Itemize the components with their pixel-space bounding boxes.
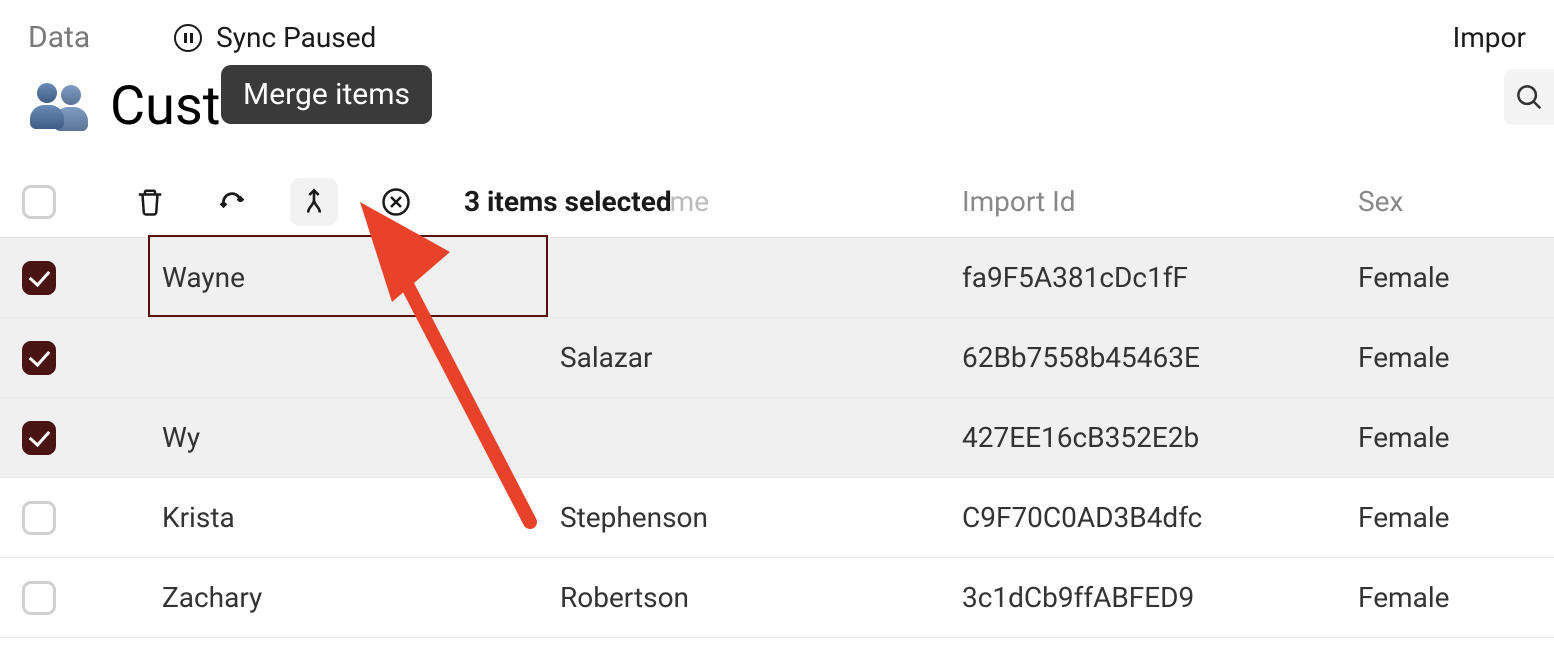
sync-status-text: Sync Paused (216, 21, 376, 54)
sync-status-group[interactable]: Sync Paused (174, 21, 376, 54)
row-checkbox[interactable] (22, 421, 56, 455)
select-all-checkbox[interactable] (22, 185, 56, 219)
cell-firstname[interactable]: Zachary (162, 581, 542, 614)
cell-importid[interactable]: fa9F5A381cDc1fF (962, 261, 1332, 294)
trash-icon (135, 187, 165, 217)
cell-sex[interactable]: Female (1358, 421, 1538, 454)
selection-count: 3 items selected (464, 185, 672, 218)
search-button[interactable] (1504, 69, 1554, 125)
clear-selection-button[interactable] (372, 178, 420, 226)
table-row[interactable]: Wy 427EE16cB352E2b Female (0, 398, 1554, 478)
table-body: Wayne fa9F5A381cDc1fF Female Salazar 62Bb755… (0, 238, 1554, 638)
cell-sex[interactable]: Female (1358, 261, 1538, 294)
table-row[interactable]: Wayne fa9F5A381cDc1fF Female (0, 238, 1554, 318)
cell-lastname[interactable]: Robertson (560, 581, 940, 614)
table-row[interactable]: Krista Stephenson C9F70C0AD3B4dfc Female (0, 478, 1554, 558)
cell-firstname[interactable]: Wayne (162, 261, 542, 294)
column-header-sex[interactable]: Sex (1358, 185, 1403, 218)
cell-importid[interactable]: C9F70C0AD3B4dfc (962, 501, 1332, 534)
close-circle-icon (381, 187, 411, 217)
merge-tooltip: Merge items (221, 65, 432, 124)
search-icon (1514, 82, 1544, 112)
customers-icon (28, 83, 92, 131)
cell-importid[interactable]: 3c1dCb9ffABFED9 (962, 581, 1332, 614)
cell-lastname[interactable]: Stephenson (560, 501, 940, 534)
row-checkbox[interactable] (22, 341, 56, 375)
title-row: Cust Merge items (0, 65, 1554, 166)
merge-button[interactable] (290, 178, 338, 226)
column-header-importid[interactable]: Import Id (962, 185, 1076, 218)
cell-lastname[interactable]: Salazar (560, 341, 940, 374)
table-row[interactable]: Salazar 62Bb7558b45463E Female (0, 318, 1554, 398)
cell-sex[interactable]: Female (1358, 341, 1538, 374)
tab-data[interactable]: Data (28, 20, 90, 55)
delete-button[interactable] (126, 178, 174, 226)
sync-button[interactable] (208, 178, 256, 226)
table-row[interactable]: Zachary Robertson 3c1dCb9ffABFED9 Female (0, 558, 1554, 638)
selection-toolbar: 3 items selected me Import Id Sex (0, 166, 1554, 238)
cell-sex[interactable]: Female (1358, 501, 1538, 534)
top-bar: Data Sync Paused Impor (0, 0, 1554, 65)
pause-icon (174, 24, 202, 52)
cell-firstname[interactable]: Krista (162, 501, 542, 534)
row-checkbox[interactable] (22, 581, 56, 615)
cell-importid[interactable]: 62Bb7558b45463E (962, 341, 1332, 374)
page-title: Cust (110, 75, 220, 138)
merge-icon (300, 187, 328, 217)
import-link[interactable]: Impor (1453, 21, 1526, 54)
cell-importid[interactable]: 427EE16cB352E2b (962, 421, 1332, 454)
cell-sex[interactable]: Female (1358, 581, 1538, 614)
cloud-sync-icon (215, 187, 249, 217)
row-checkbox[interactable] (22, 501, 56, 535)
row-checkbox[interactable] (22, 261, 56, 295)
column-header-firstname-ghost: me (670, 185, 709, 218)
cell-firstname[interactable]: Wy (162, 421, 542, 454)
